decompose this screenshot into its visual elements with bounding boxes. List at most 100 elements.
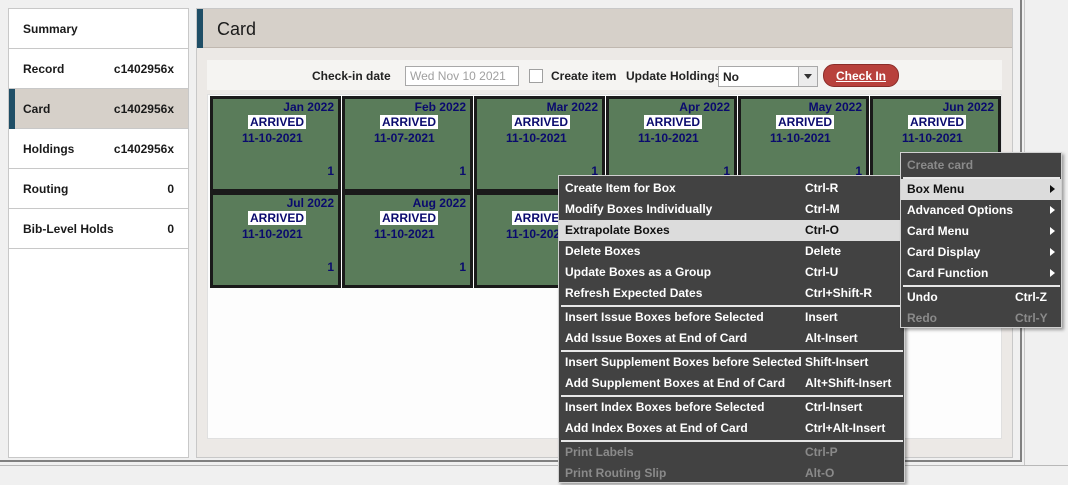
menu-item-insert-index-boxes[interactable]: Insert Index Boxes before Selected Ctrl-… xyxy=(559,397,904,418)
issue-box[interactable]: Aug 2022 ARRIVED 11-10-2021 1 xyxy=(342,192,473,288)
box-status: ARRIVED xyxy=(380,211,439,225)
submenu-arrow-icon xyxy=(1050,227,1055,235)
update-holdings-select[interactable]: No xyxy=(718,66,818,87)
menu-item-add-supplement-boxes[interactable]: Add Supplement Boxes at End of Card Alt+… xyxy=(559,373,904,394)
menu-item-label: Create card xyxy=(907,158,974,172)
create-item-label: Create item xyxy=(551,69,617,83)
menu-item-box-menu[interactable]: Box Menu xyxy=(901,179,1061,200)
box-submenu: Create Item for Box Ctrl-R Modify Boxes … xyxy=(558,175,905,483)
menu-item-label: Modify Boxes Individually xyxy=(565,202,713,216)
sidebar-item-label: Bib-Level Holds xyxy=(23,221,114,236)
create-item-checkbox[interactable] xyxy=(529,69,543,83)
menu-item-card-function[interactable]: Card Function xyxy=(901,263,1061,284)
box-month: Jan 2022 xyxy=(283,100,334,114)
box-month: Mar 2022 xyxy=(546,100,598,114)
sidebar-item-routing[interactable]: Routing 0 xyxy=(9,169,188,209)
box-date: 11-10-2021 xyxy=(638,131,699,145)
menu-item-shortcut: Ctrl-M xyxy=(805,202,840,216)
box-count: 1 xyxy=(459,164,466,178)
menu-item-advanced-options[interactable]: Advanced Options xyxy=(901,200,1061,221)
sidebar-item-value: 0 xyxy=(167,181,174,196)
box-status: ARRIVED xyxy=(248,115,307,129)
menu-item-label: Advanced Options xyxy=(907,203,1014,217)
sidebar-item-value: c1402956x xyxy=(113,61,174,76)
menu-item-card-menu[interactable]: Card Menu xyxy=(901,221,1061,242)
box-status: ARRIVED xyxy=(644,115,703,129)
box-month: Jun 2022 xyxy=(942,100,994,114)
context-menu: Create card Box Menu Advanced Options Ca… xyxy=(900,152,1062,328)
menu-item-shortcut: Ctrl-U xyxy=(805,265,839,279)
sidebar-item-label: Record xyxy=(23,61,65,76)
issue-box[interactable]: Feb 2022 ARRIVED 11-07-2021 1 xyxy=(342,96,473,192)
checkin-bar: Check-in date Wed Nov 10 2021 Create ite… xyxy=(207,60,1002,90)
sidebar-item-value: 0 xyxy=(167,221,174,236)
menu-item-shortcut: Ctrl-Z xyxy=(1015,290,1047,304)
menu-item-label: Box Menu xyxy=(907,182,965,196)
menu-item-extrapolate-boxes[interactable]: Extrapolate Boxes Ctrl-O xyxy=(559,220,904,241)
menu-item-insert-issue-boxes[interactable]: Insert Issue Boxes before Selected Inser… xyxy=(559,307,904,328)
menu-item-label: Add Issue Boxes at End of Card xyxy=(565,331,748,345)
menu-item-create-card: Create card xyxy=(901,155,1061,176)
menu-item-shortcut: Ctrl+Alt-Insert xyxy=(805,421,886,435)
box-date: 11-10-2021 xyxy=(770,131,831,145)
box-status: ARRIVED xyxy=(248,211,307,225)
menu-item-modify-boxes-individually[interactable]: Modify Boxes Individually Ctrl-M xyxy=(559,199,904,220)
page-title: Card xyxy=(217,19,257,39)
menu-item-label: Create Item for Box xyxy=(565,181,676,195)
menu-item-print-routing-slip: Print Routing Slip Alt-O xyxy=(559,463,904,484)
box-date: 11-10-2021 xyxy=(374,227,435,241)
menu-item-label: Add Index Boxes at End of Card xyxy=(565,421,748,435)
sidebar-item-summary[interactable]: Summary xyxy=(9,9,188,49)
box-status: ARRIVED xyxy=(380,115,439,129)
menu-item-shortcut: Alt-Insert xyxy=(805,331,858,345)
menu-item-refresh-expected-dates[interactable]: Refresh Expected Dates Ctrl+Shift-R xyxy=(559,283,904,304)
menu-item-label: Print Labels xyxy=(565,445,634,459)
menu-item-create-item-for-box[interactable]: Create Item for Box Ctrl-R xyxy=(559,178,904,199)
check-in-button[interactable]: Check In xyxy=(823,64,899,87)
menu-item-redo: Redo Ctrl-Y xyxy=(901,308,1061,329)
checkin-date-label: Check-in date xyxy=(312,69,391,83)
submenu-arrow-icon xyxy=(1050,206,1055,214)
sidebar-item-value: c1402956x xyxy=(113,141,174,156)
menu-item-card-display[interactable]: Card Display xyxy=(901,242,1061,263)
sidebar-item-value: c1402956x xyxy=(113,101,174,116)
menu-item-update-boxes-as-group[interactable]: Update Boxes as a Group Ctrl-U xyxy=(559,262,904,283)
menu-item-label: Extrapolate Boxes xyxy=(565,223,670,237)
box-date: 11-10-202 xyxy=(506,227,561,241)
menu-item-shortcut: Ctrl-Y xyxy=(1015,311,1048,325)
sidebar-item-bib-level-holds[interactable]: Bib-Level Holds 0 xyxy=(9,209,188,249)
submenu-arrow-icon xyxy=(1050,185,1055,193)
checkin-date-field[interactable]: Wed Nov 10 2021 xyxy=(405,66,519,86)
menu-item-label: Insert Issue Boxes before Selected xyxy=(565,310,764,324)
menu-item-shortcut: Ctrl-R xyxy=(805,181,839,195)
menu-item-undo[interactable]: Undo Ctrl-Z xyxy=(901,287,1061,308)
box-date: 11-07-2021 xyxy=(374,131,435,145)
menu-item-label: Update Boxes as a Group xyxy=(565,265,712,279)
box-status: ARRIVED xyxy=(512,115,571,129)
menu-item-label: Insert Index Boxes before Selected xyxy=(565,400,765,414)
status-strip xyxy=(0,465,1068,485)
sidebar-item-card[interactable]: Card c1402956x xyxy=(9,89,188,129)
menu-item-add-issue-boxes[interactable]: Add Issue Boxes at End of Card Alt-Inser… xyxy=(559,328,904,349)
issue-box[interactable]: Jul 2022 ARRIVED 11-10-2021 1 xyxy=(210,192,341,288)
menu-item-shortcut: Insert xyxy=(805,310,838,324)
menu-item-label: Print Routing Slip xyxy=(565,466,667,480)
menu-item-delete-boxes[interactable]: Delete Boxes Delete xyxy=(559,241,904,262)
sidebar-item-record[interactable]: Record c1402956x xyxy=(9,49,188,89)
menu-item-label: Redo xyxy=(907,311,937,325)
menu-item-add-index-boxes[interactable]: Add Index Boxes at End of Card Ctrl+Alt-… xyxy=(559,418,904,439)
box-month: Jul 2022 xyxy=(286,196,334,210)
menu-item-label: Card Display xyxy=(907,245,981,259)
menu-item-shortcut: Delete xyxy=(805,244,842,258)
sidebar-item-holdings[interactable]: Holdings c1402956x xyxy=(9,129,188,169)
menu-item-label: Card Function xyxy=(907,266,989,280)
menu-item-shortcut: Ctrl-Insert xyxy=(805,400,863,414)
issue-box[interactable]: Jan 2022 ARRIVED 11-10-2021 1 xyxy=(210,96,341,192)
menu-item-insert-supplement-boxes[interactable]: Insert Supplement Boxes before Selected … xyxy=(559,352,904,373)
menu-item-label: Card Menu xyxy=(907,224,970,238)
box-count: 1 xyxy=(327,260,334,274)
box-date: 11-10-2021 xyxy=(902,131,963,145)
menu-item-shortcut: Ctrl-P xyxy=(805,445,838,459)
chevron-down-icon[interactable] xyxy=(798,67,817,86)
update-holdings-label: Update Holdings? xyxy=(626,69,729,83)
